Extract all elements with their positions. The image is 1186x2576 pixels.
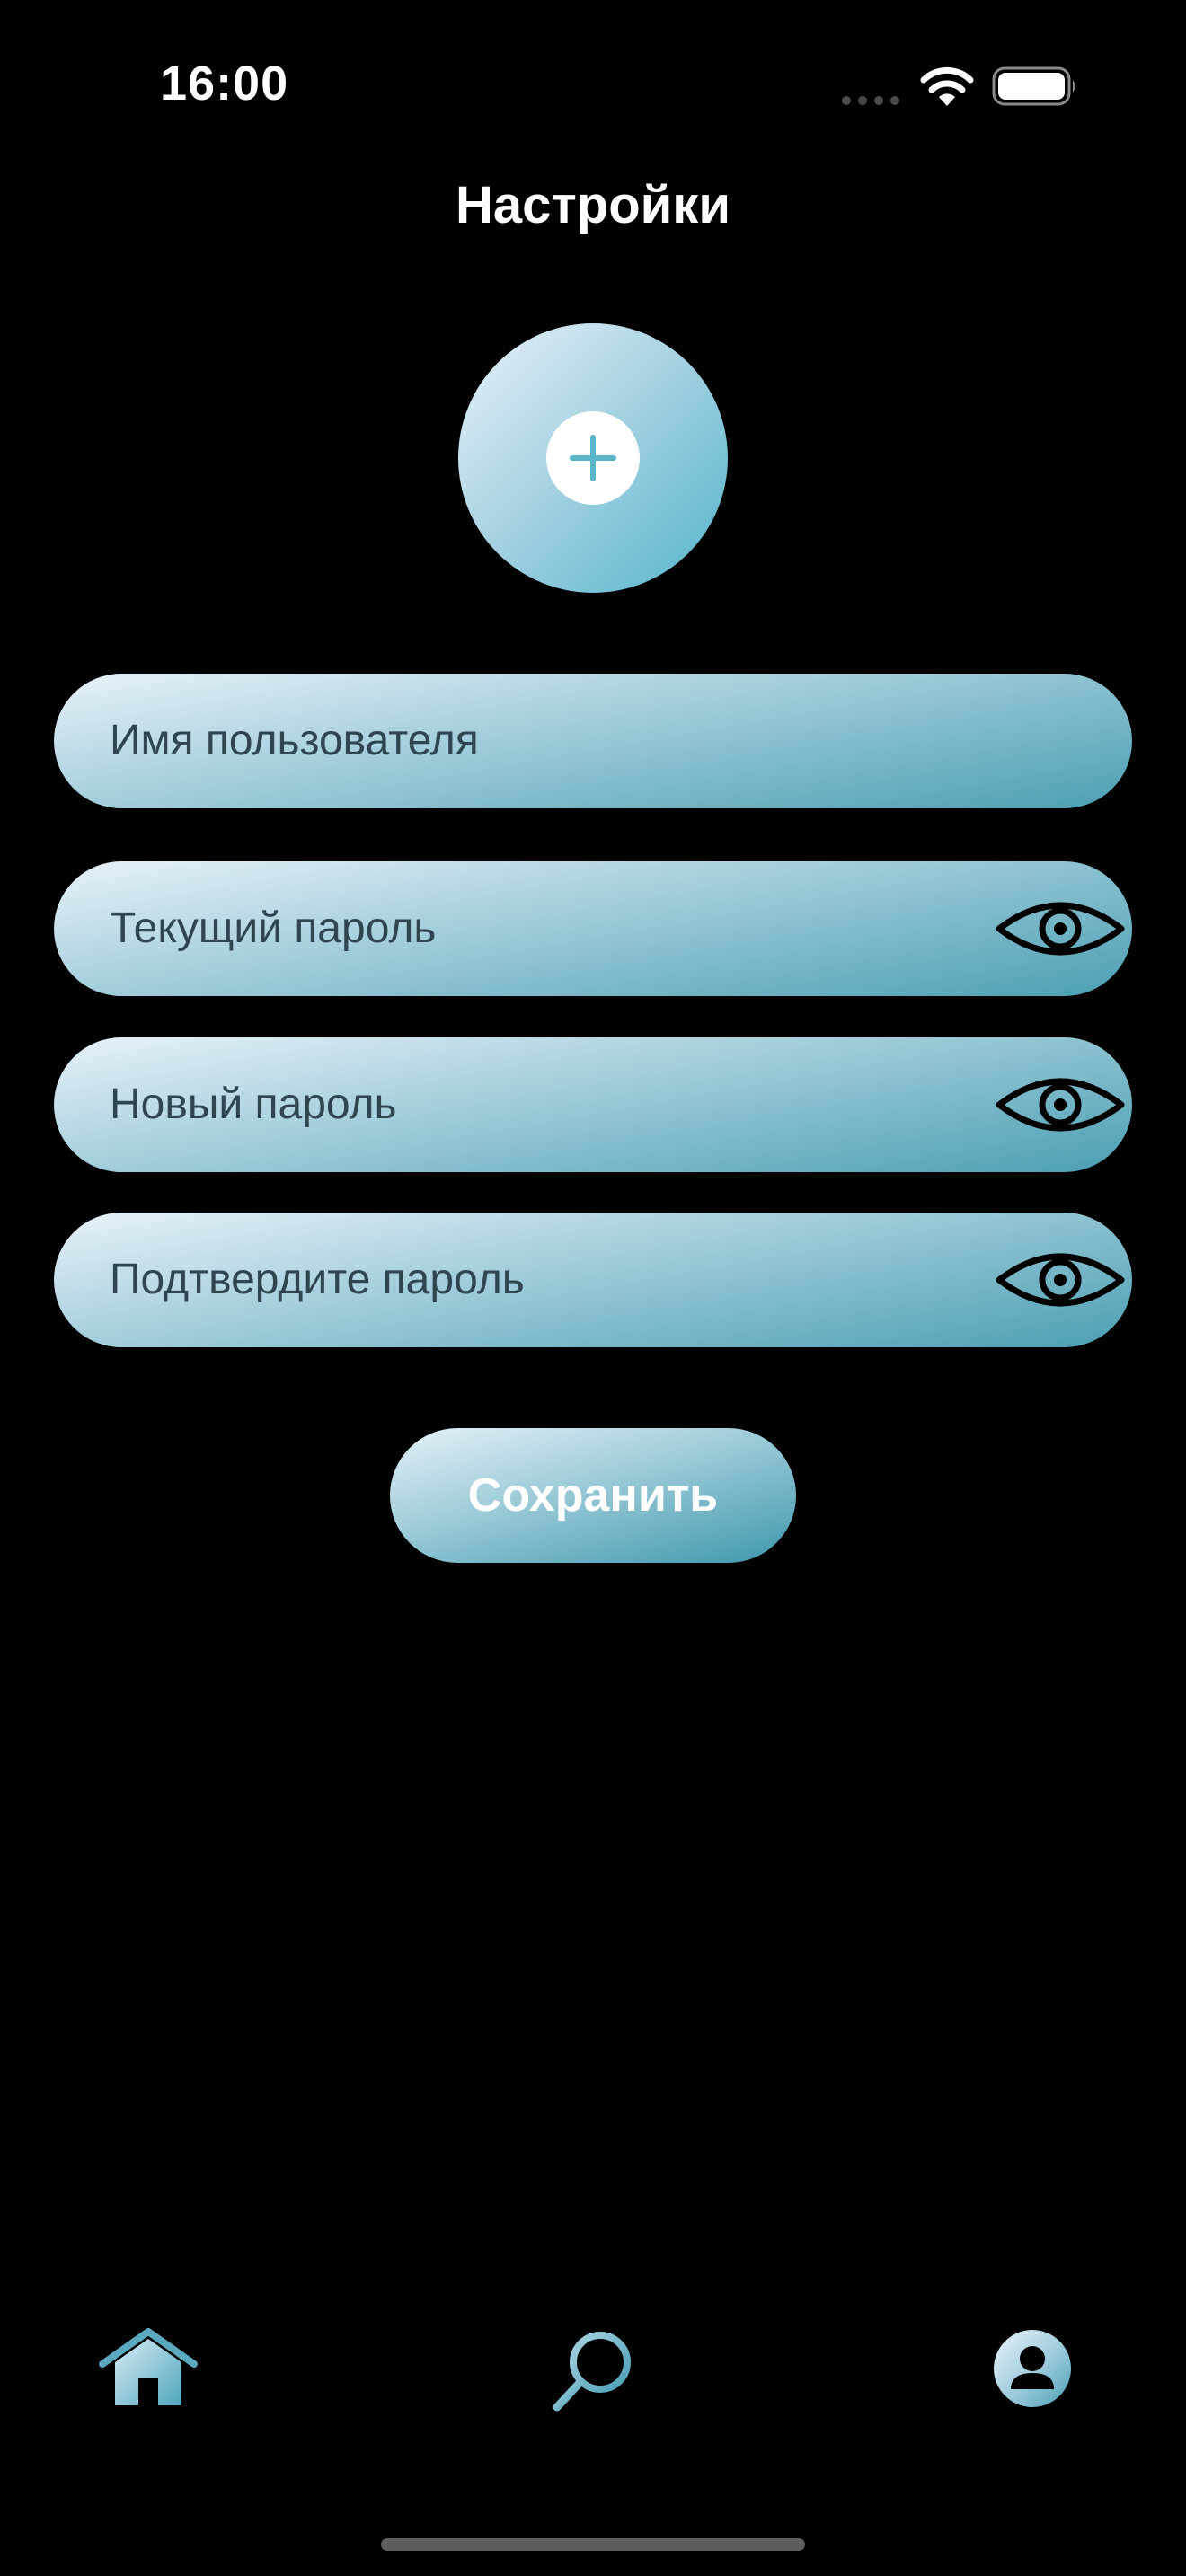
search-icon[interactable]	[548, 2326, 638, 2416]
eye-icon[interactable]	[994, 1072, 1127, 1137]
save-button[interactable]: Сохранить	[390, 1428, 796, 1563]
cellular-signal-icon	[842, 96, 899, 105]
avatar-add-button[interactable]	[458, 323, 728, 593]
home-indicator	[381, 2538, 805, 2551]
page-title: Настройки	[455, 176, 730, 234]
plus-circle	[546, 411, 640, 505]
plus-icon	[570, 435, 616, 481]
battery-icon	[992, 66, 1075, 106]
confirm-password-placeholder: Подтвердите пароль	[110, 1256, 525, 1303]
new-password-placeholder: Новый пароль	[110, 1081, 397, 1128]
eye-icon[interactable]	[994, 1248, 1127, 1312]
wifi-icon	[920, 66, 974, 106]
home-icon[interactable]	[99, 2326, 198, 2409]
profile-icon	[1011, 2346, 1054, 2389]
username-placeholder: Имя пользователя	[110, 717, 479, 764]
username-field[interactable]: Имя пользователя	[54, 674, 1132, 808]
current-password-placeholder: Текущий пароль	[110, 904, 437, 952]
eye-icon[interactable]	[994, 896, 1127, 961]
new-password-field[interactable]: Новый пароль	[54, 1037, 1132, 1172]
profile-tab-button[interactable]	[994, 2330, 1071, 2407]
status-time: 16:00	[160, 57, 289, 110]
confirm-password-field[interactable]: Подтвердите пароль	[54, 1213, 1132, 1347]
current-password-field[interactable]: Текущий пароль	[54, 861, 1132, 996]
